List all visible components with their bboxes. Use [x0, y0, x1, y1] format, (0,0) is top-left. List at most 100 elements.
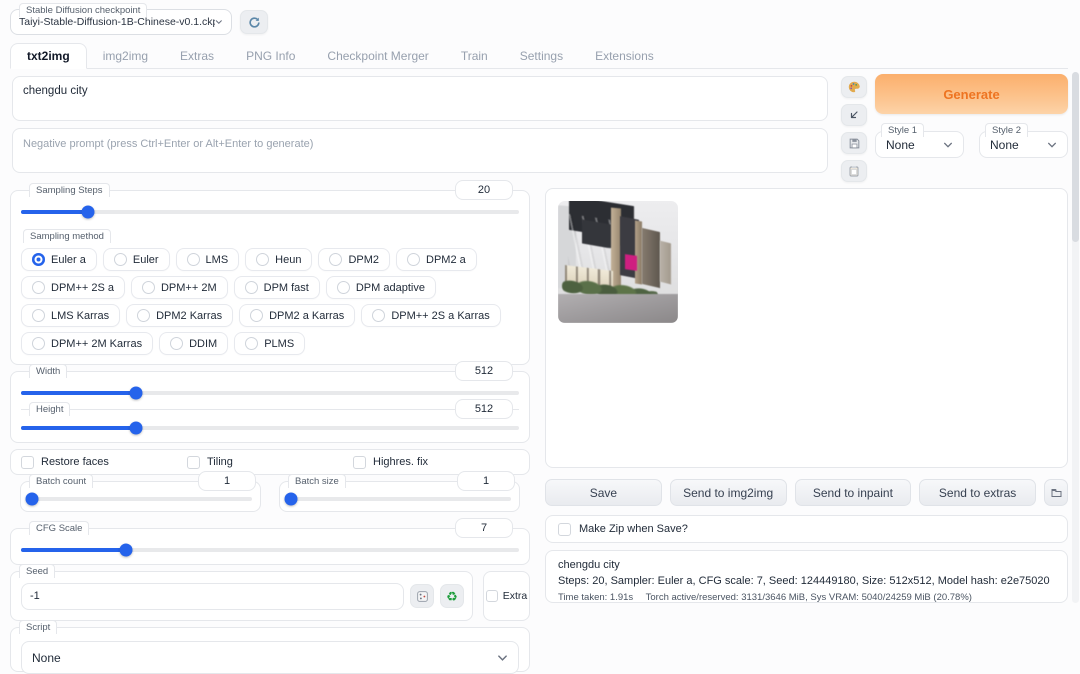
tab-settings[interactable]: Settings [504, 44, 579, 68]
checkpoint-select[interactable]: Stable Diffusion checkpoint Taiyi-Stable… [10, 9, 232, 35]
chevron-down-icon [215, 18, 223, 26]
chevron-down-icon [1047, 141, 1057, 149]
sampler-option-euler[interactable]: Euler [103, 248, 170, 271]
negative-prompt-input[interactable] [12, 128, 828, 173]
batch-size-value[interactable] [457, 471, 515, 491]
style2-value: None [990, 138, 1019, 152]
tab-png-info[interactable]: PNG Info [230, 44, 311, 68]
sampler-option-euler-a[interactable]: Euler a [21, 248, 97, 271]
tab-train[interactable]: Train [445, 44, 504, 68]
height-slider[interactable] [21, 426, 519, 430]
sampler-option-dpm-2m[interactable]: DPM++ 2M [131, 276, 228, 299]
tab-extensions[interactable]: Extensions [579, 44, 670, 68]
info-prompt: chengdu city [558, 558, 1055, 574]
reuse-seed-button[interactable]: ♻ [440, 584, 464, 608]
highres-fix-label: Highres. fix [373, 456, 428, 468]
sampler-option-label: DPM2 a Karras [269, 310, 344, 322]
radio-icon [372, 309, 385, 322]
sampler-option-dpm2-a[interactable]: DPM2 a [396, 248, 477, 271]
sampler-option-lms[interactable]: LMS [176, 248, 240, 271]
make-zip-checkbox[interactable]: Make Zip when Save? [545, 515, 1068, 543]
sampler-option-dpm2[interactable]: DPM2 [318, 248, 390, 271]
radio-icon [32, 309, 45, 322]
tab-txt2img[interactable]: txt2img [10, 43, 87, 69]
width-value[interactable] [455, 361, 513, 381]
open-folder-button[interactable] [1044, 479, 1068, 506]
sampler-option-label: DPM2 a [426, 254, 466, 266]
width-label: Width [29, 364, 67, 378]
tab-checkpoint-merger[interactable]: Checkpoint Merger [311, 44, 444, 68]
roll-style-button[interactable] [841, 76, 867, 98]
prompt-input[interactable]: chengdu city [12, 76, 828, 121]
sampler-option-dpm-2m-karras[interactable]: DPM++ 2M Karras [21, 332, 153, 355]
sampler-option-label: DPM2 [348, 254, 379, 266]
batch-count-value[interactable] [198, 471, 256, 491]
restore-faces-label: Restore faces [41, 456, 109, 468]
radio-icon [245, 337, 258, 350]
send-to-extras-button[interactable]: Send to extras [919, 479, 1036, 506]
generated-image-thumbnail[interactable] [558, 201, 678, 323]
save-style-button[interactable] [841, 132, 867, 154]
tab-img2img[interactable]: img2img [87, 44, 164, 68]
highres-fix-checkbox[interactable]: Highres. fix [353, 456, 519, 469]
sampler-option-dpm2-a-karras[interactable]: DPM2 a Karras [239, 304, 355, 327]
sampler-option-plms[interactable]: PLMS [234, 332, 305, 355]
page-scrollbar[interactable] [1072, 72, 1079, 603]
sampler-option-label: LMS Karras [51, 310, 109, 322]
tiling-label: Tiling [207, 456, 233, 468]
radio-icon [137, 309, 150, 322]
sampler-option-label: DPM adaptive [356, 282, 425, 294]
sampler-option-label: DPM++ 2S a [51, 282, 114, 294]
chevron-down-icon [497, 654, 508, 662]
sampler-option-dpm-fast[interactable]: DPM fast [234, 276, 320, 299]
seed-input[interactable] [21, 583, 404, 610]
style2-label: Style 2 [985, 123, 1028, 137]
cfg-scale-slider[interactable] [21, 548, 519, 552]
sampler-option-label: Euler a [51, 254, 86, 266]
checkpoint-label: Stable Diffusion checkpoint [19, 3, 147, 17]
checkbox-icon [353, 456, 366, 469]
info-vram: Torch active/reserved: 3131/3646 MiB, Sy… [646, 592, 972, 603]
info-params: Steps: 20, Sampler: Euler a, CFG scale: … [558, 574, 1055, 590]
sampler-option-label: DPM++ 2M [161, 282, 217, 294]
batch-count-slider[interactable] [29, 497, 252, 501]
cfg-scale-value[interactable] [455, 518, 513, 538]
recycle-icon: ♻ [446, 590, 458, 603]
sampler-option-lms-karras[interactable]: LMS Karras [21, 304, 120, 327]
scrollbar-thumb[interactable] [1072, 72, 1079, 242]
save-button[interactable]: Save [545, 479, 662, 506]
sampler-option-heun[interactable]: Heun [245, 248, 312, 271]
output-actions: Save Send to img2img Send to inpaint Send t… [545, 479, 1068, 506]
restore-faces-checkbox[interactable]: Restore faces [21, 456, 187, 469]
sampling-steps-value[interactable] [455, 180, 513, 200]
paste-params-button[interactable] [841, 104, 867, 126]
generate-button[interactable]: Generate [875, 74, 1068, 114]
apply-style-button[interactable] [841, 160, 867, 182]
sampler-option-label: DPM fast [264, 282, 309, 294]
sampler-option-dpm-adaptive[interactable]: DPM adaptive [326, 276, 436, 299]
send-to-img2img-button[interactable]: Send to img2img [670, 479, 787, 506]
tab-extras[interactable]: Extras [164, 44, 230, 68]
sampler-option-ddim[interactable]: DDIM [159, 332, 228, 355]
batch-size-slider[interactable] [288, 497, 511, 501]
sampler-option-dpm-2s-a[interactable]: DPM++ 2S a [21, 276, 125, 299]
batch-size-label: Batch size [288, 474, 346, 488]
sampler-option-label: DDIM [189, 338, 217, 350]
style1-select[interactable]: Style 1 None [875, 131, 964, 158]
refresh-checkpoints-button[interactable] [240, 10, 268, 34]
height-value[interactable] [455, 399, 513, 419]
sampling-method-group: Euler a Euler LMS Heun DPM2 DPM2 a DPM++ 2S a D… [21, 248, 519, 355]
random-seed-button[interactable] [410, 584, 434, 608]
script-select[interactable]: None [21, 641, 519, 674]
tiling-checkbox[interactable]: Tiling [187, 456, 353, 469]
sampler-option-dpm-2s-a-karras[interactable]: DPM++ 2S a Karras [361, 304, 500, 327]
sampling-steps-slider[interactable] [21, 210, 519, 214]
extra-seed-checkbox[interactable]: Extra [483, 571, 530, 621]
checkbox-icon [21, 456, 34, 469]
style2-select[interactable]: Style 2 None [979, 131, 1068, 158]
width-slider[interactable] [21, 391, 519, 395]
main-tab-bar: txt2imgimg2imgExtrasPNG InfoCheckpoint M… [10, 46, 1068, 69]
sampler-option-label: LMS [206, 254, 229, 266]
sampler-option-dpm2-karras[interactable]: DPM2 Karras [126, 304, 233, 327]
send-to-inpaint-button[interactable]: Send to inpaint [795, 479, 912, 506]
